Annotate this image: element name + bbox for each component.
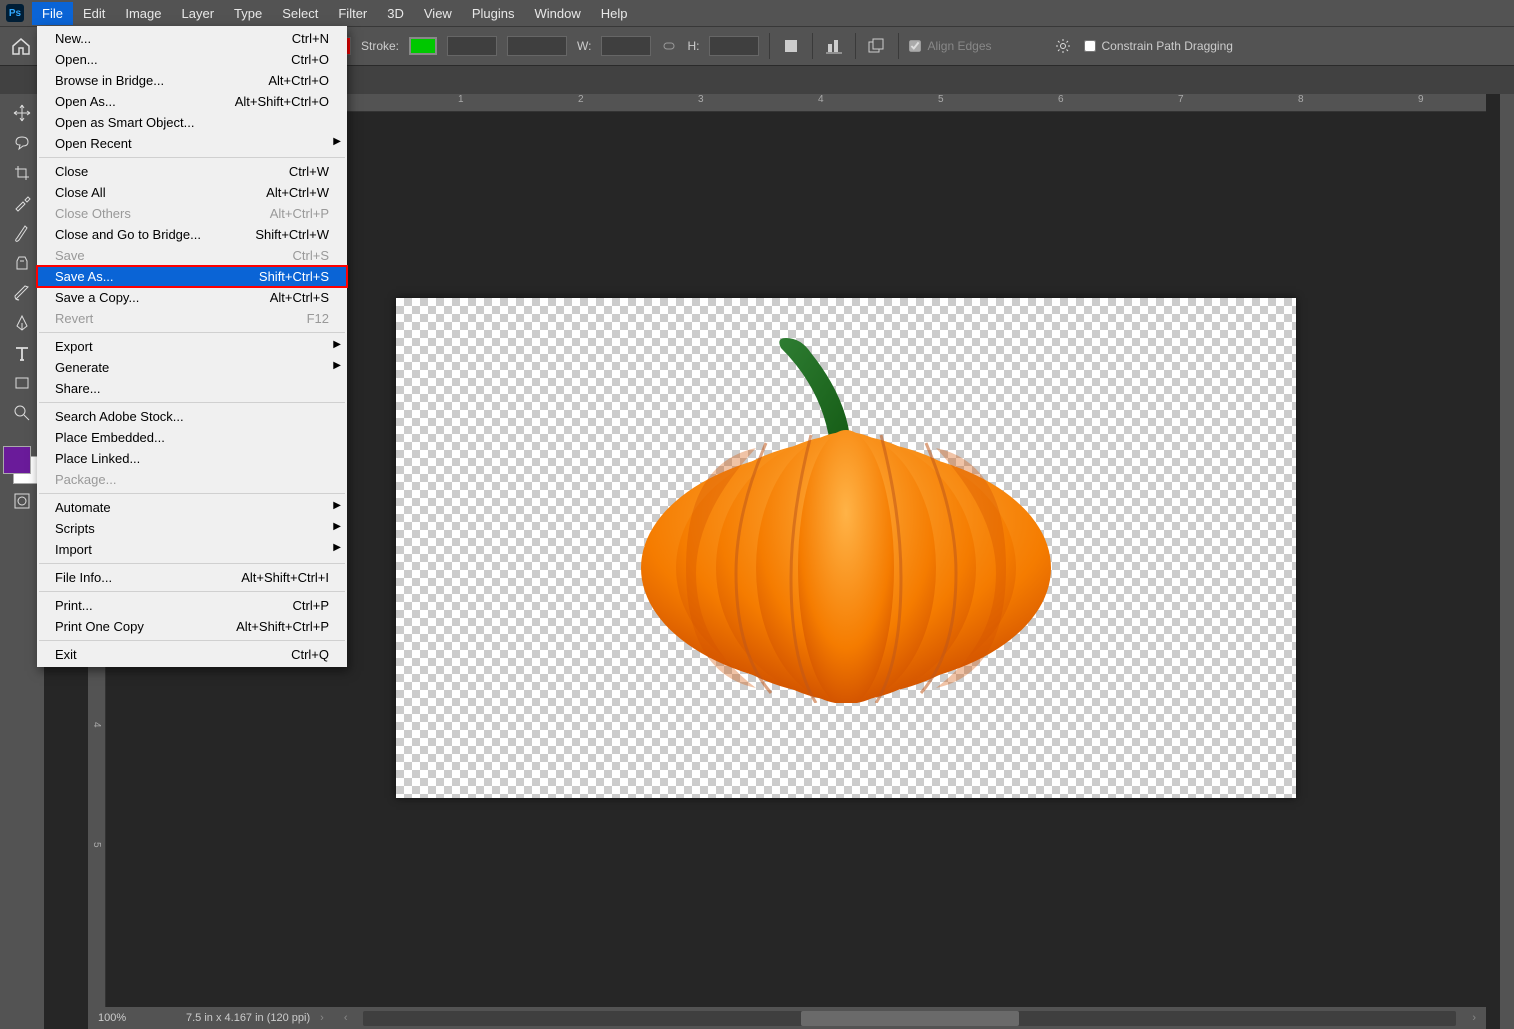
- menu-select[interactable]: Select: [272, 2, 328, 25]
- pumpkin-artwork: [626, 333, 1066, 703]
- menubar: Ps FileEditImageLayerTypeSelectFilter3DV…: [0, 0, 1514, 26]
- horizontal-scrollbar[interactable]: [363, 1011, 1456, 1026]
- right-rail: [1500, 94, 1514, 1029]
- path-ops-icon[interactable]: [780, 37, 802, 55]
- rectangle-tool[interactable]: [6, 370, 38, 396]
- menu-item-print-one-copy[interactable]: Print One CopyAlt+Shift+Ctrl+P: [37, 616, 347, 637]
- menu-item-close-and-go-to-bridge[interactable]: Close and Go to Bridge...Shift+Ctrl+W: [37, 224, 347, 245]
- submenu-arrow-icon: ▶: [333, 542, 341, 553]
- file-menu-dropdown: New...Ctrl+NOpen...Ctrl+OBrowse in Bridg…: [37, 26, 347, 667]
- link-icon[interactable]: [661, 39, 677, 53]
- document-canvas[interactable]: [396, 298, 1296, 798]
- chevron-left-icon[interactable]: ‹: [334, 1012, 358, 1024]
- menu-item-exit[interactable]: ExitCtrl+Q: [37, 644, 347, 665]
- zoom-tool[interactable]: [6, 400, 38, 426]
- gradient-tool[interactable]: [6, 280, 38, 306]
- menu-item-browse-in-bridge[interactable]: Browse in Bridge...Alt+Ctrl+O: [37, 70, 347, 91]
- arrange-icon[interactable]: [866, 37, 888, 55]
- menu-item-close-others: Close OthersAlt+Ctrl+P: [37, 203, 347, 224]
- menu-edit[interactable]: Edit: [73, 2, 115, 25]
- menu-item-place-linked[interactable]: Place Linked...: [37, 448, 347, 469]
- stroke-swatch[interactable]: [409, 37, 437, 55]
- menu-item-open[interactable]: Open...Ctrl+O: [37, 49, 347, 70]
- brush-tool[interactable]: [6, 220, 38, 246]
- gear-icon[interactable]: [1052, 37, 1074, 55]
- submenu-arrow-icon: ▶: [333, 136, 341, 147]
- submenu-arrow-icon: ▶: [333, 521, 341, 532]
- app-logo: Ps: [6, 4, 24, 22]
- menu-item-close[interactable]: CloseCtrl+W: [37, 161, 347, 182]
- align-edges-checkbox[interactable]: Align Edges: [909, 39, 991, 53]
- pen-tool[interactable]: [6, 310, 38, 336]
- menu-view[interactable]: View: [414, 2, 462, 25]
- document-info[interactable]: 7.5 in x 4.167 in (120 ppi): [168, 1012, 310, 1024]
- menu-help[interactable]: Help: [591, 2, 638, 25]
- height-input[interactable]: [709, 36, 759, 56]
- move-tool[interactable]: [6, 100, 38, 126]
- menu-filter[interactable]: Filter: [328, 2, 377, 25]
- eyedropper-tool[interactable]: [6, 190, 38, 216]
- menu-item-new[interactable]: New...Ctrl+N: [37, 28, 347, 49]
- menu-item-open-as[interactable]: Open As...Alt+Shift+Ctrl+O: [37, 91, 347, 112]
- menu-item-export[interactable]: Export▶: [37, 336, 347, 357]
- menu-item-share[interactable]: Share...: [37, 378, 347, 399]
- stroke-style-dropdown[interactable]: [507, 36, 567, 56]
- w-label: W:: [577, 39, 591, 53]
- chevron-right-icon[interactable]: ›: [310, 1012, 334, 1024]
- menu-3d[interactable]: 3D: [377, 2, 414, 25]
- menu-item-generate[interactable]: Generate▶: [37, 357, 347, 378]
- submenu-arrow-icon: ▶: [333, 339, 341, 350]
- foreground-color[interactable]: [3, 446, 31, 474]
- clone-tool[interactable]: [6, 250, 38, 276]
- menu-item-place-embedded[interactable]: Place Embedded...: [37, 427, 347, 448]
- menu-layer[interactable]: Layer: [172, 2, 225, 25]
- menu-item-save-as[interactable]: Save As...Shift+Ctrl+S: [37, 266, 347, 287]
- submenu-arrow-icon: ▶: [333, 500, 341, 511]
- stroke-label: Stroke:: [361, 39, 399, 53]
- menu-item-save: SaveCtrl+S: [37, 245, 347, 266]
- menu-item-search-adobe-stock[interactable]: Search Adobe Stock...: [37, 406, 347, 427]
- menu-window[interactable]: Window: [524, 2, 590, 25]
- menu-type[interactable]: Type: [224, 2, 272, 25]
- zoom-level[interactable]: 100%: [88, 1012, 168, 1024]
- menu-item-package: Package...: [37, 469, 347, 490]
- align-icon[interactable]: [823, 37, 845, 55]
- constrain-checkbox[interactable]: Constrain Path Dragging: [1084, 39, 1233, 53]
- menu-item-file-info[interactable]: File Info...Alt+Shift+Ctrl+I: [37, 567, 347, 588]
- lasso-tool[interactable]: [6, 130, 38, 156]
- home-icon[interactable]: [10, 36, 32, 56]
- quickmask-tool[interactable]: [6, 488, 38, 514]
- menu-image[interactable]: Image: [115, 2, 171, 25]
- menu-item-revert: RevertF12: [37, 308, 347, 329]
- menu-item-scripts[interactable]: Scripts▶: [37, 518, 347, 539]
- menu-item-close-all[interactable]: Close AllAlt+Ctrl+W: [37, 182, 347, 203]
- menu-item-automate[interactable]: Automate▶: [37, 497, 347, 518]
- menu-item-import[interactable]: Import▶: [37, 539, 347, 560]
- menu-item-save-a-copy[interactable]: Save a Copy...Alt+Ctrl+S: [37, 287, 347, 308]
- menu-item-open-as-smart-object[interactable]: Open as Smart Object...: [37, 112, 347, 133]
- menu-item-print[interactable]: Print...Ctrl+P: [37, 595, 347, 616]
- width-input[interactable]: [601, 36, 651, 56]
- menu-file[interactable]: File: [32, 2, 73, 25]
- menu-item-open-recent[interactable]: Open Recent▶: [37, 133, 347, 154]
- submenu-arrow-icon: ▶: [333, 360, 341, 371]
- status-bar: 100% 7.5 in x 4.167 in (120 ppi) › ‹ ›: [88, 1007, 1486, 1029]
- stroke-width-input[interactable]: [447, 36, 497, 56]
- h-label: H:: [687, 39, 699, 53]
- menu-plugins[interactable]: Plugins: [462, 2, 525, 25]
- type-tool[interactable]: [6, 340, 38, 366]
- crop-tool[interactable]: [6, 160, 38, 186]
